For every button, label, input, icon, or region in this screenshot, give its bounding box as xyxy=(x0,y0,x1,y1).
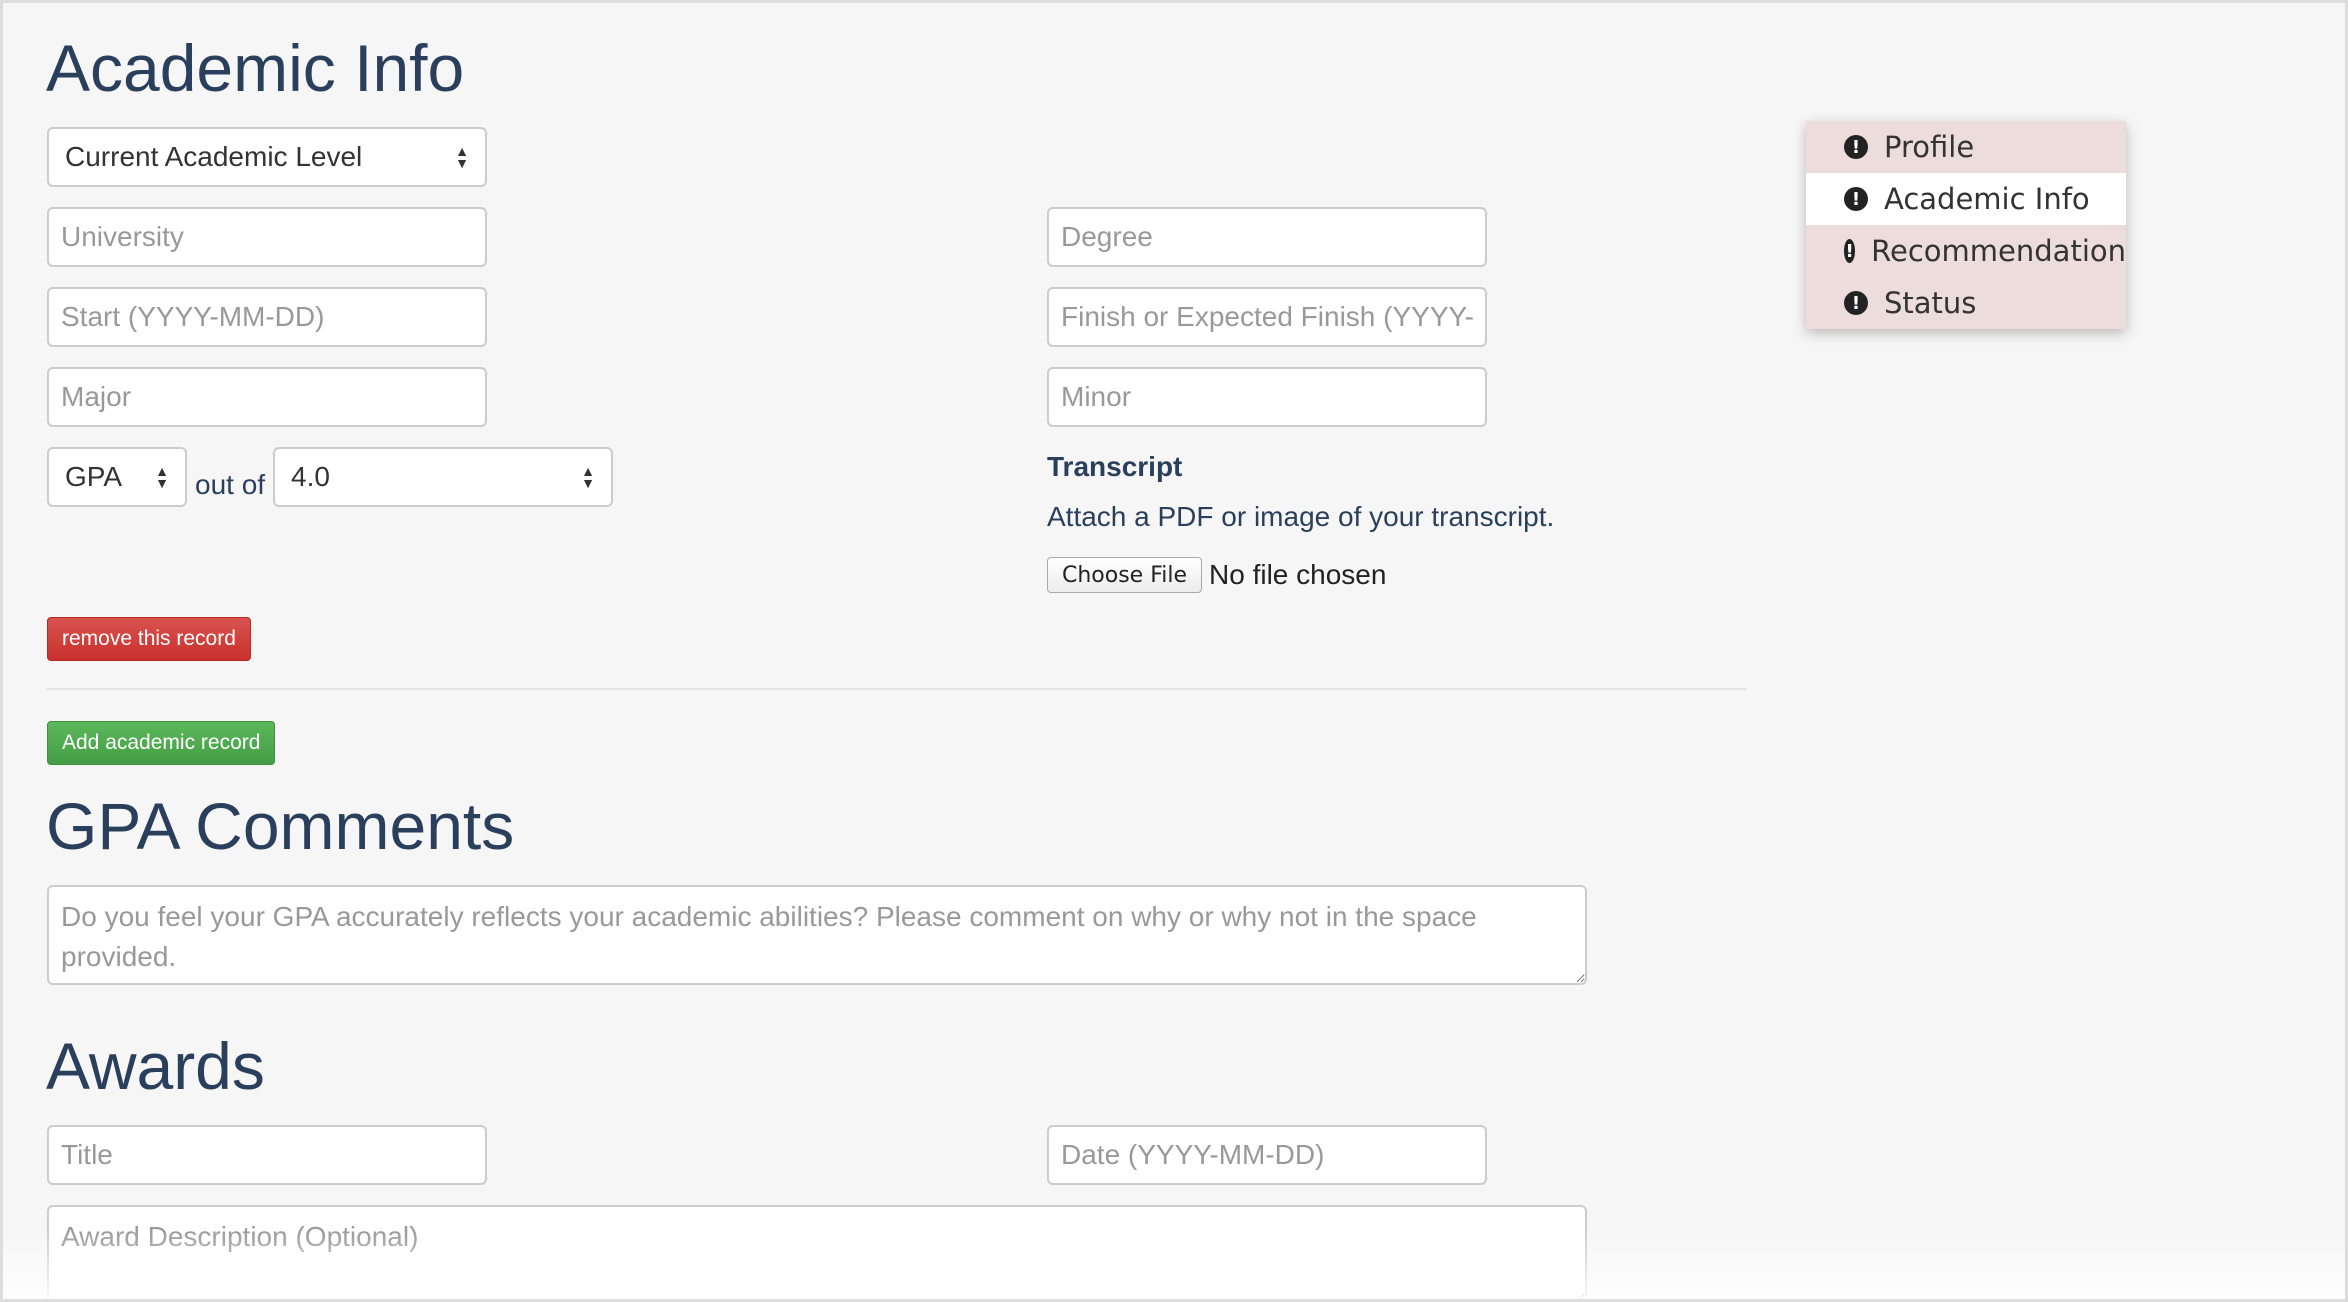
nav-item-label: Recommendation xyxy=(1871,234,2126,268)
academic-info-heading: Academic Info xyxy=(46,31,465,105)
application-page: Academic Info Current Academic Level ▲ ▼ … xyxy=(0,0,2348,1302)
gpa-comments-textarea[interactable] xyxy=(47,885,1587,985)
major-input[interactable] xyxy=(47,367,487,427)
select-arrows-icon: ▲ ▼ xyxy=(581,463,595,491)
nav-item-status[interactable]: ! Status xyxy=(1806,277,2126,329)
transcript-label: Transcript xyxy=(1047,451,1183,482)
select-arrows-icon: ▲ ▼ xyxy=(155,463,169,491)
transcript-help-text: Attach a PDF or image of your transcript… xyxy=(1047,501,1555,532)
add-academic-record-button[interactable]: Add academic record xyxy=(47,721,276,765)
award-description-textarea[interactable] xyxy=(47,1205,1587,1299)
no-file-chosen-text: No file chosen xyxy=(1209,559,1387,590)
nav-item-label: Status xyxy=(1884,286,1977,320)
academic-level-value: Current Academic Level xyxy=(65,141,363,172)
awards-heading: Awards xyxy=(46,1029,265,1103)
nav-item-label: Academic Info xyxy=(1884,182,2090,216)
minor-input[interactable] xyxy=(1047,367,1487,427)
award-title-input[interactable] xyxy=(47,1125,487,1185)
gpa-comments-heading: GPA Comments xyxy=(46,789,515,863)
university-input[interactable] xyxy=(47,207,487,267)
out-of-label: out of xyxy=(195,469,266,500)
nav-item-recommendation[interactable]: ! Recommendation xyxy=(1806,225,2126,277)
nav-item-profile[interactable]: ! Profile xyxy=(1806,121,2126,173)
section-divider xyxy=(47,688,1747,690)
nav-item-academic-info[interactable]: ! Academic Info xyxy=(1806,173,2126,225)
section-nav: ! Profile ! Academic Info ! Recommendati… xyxy=(1806,121,2126,329)
exclamation-circle-icon: ! xyxy=(1844,135,1868,159)
select-arrows-icon: ▲ ▼ xyxy=(455,143,469,171)
academic-level-select[interactable]: Current Academic Level ▲ ▼ xyxy=(47,127,487,187)
remove-record-button[interactable]: remove this record xyxy=(47,617,251,661)
award-date-input[interactable] xyxy=(1047,1125,1487,1185)
nav-item-label: Profile xyxy=(1884,130,1975,164)
finish-date-input[interactable] xyxy=(1047,287,1487,347)
gpa-scale-value: 4.0 xyxy=(291,461,330,492)
start-date-input[interactable] xyxy=(47,287,487,347)
exclamation-circle-icon: ! xyxy=(1844,239,1856,263)
gpa-value: GPA xyxy=(65,461,123,492)
gpa-scale-select[interactable]: 4.0 ▲ ▼ xyxy=(273,447,613,507)
degree-input[interactable] xyxy=(1047,207,1487,267)
exclamation-circle-icon: ! xyxy=(1844,291,1868,315)
choose-file-button[interactable]: Choose File xyxy=(1047,557,1203,593)
exclamation-circle-icon: ! xyxy=(1844,187,1868,211)
gpa-select[interactable]: GPA ▲ ▼ xyxy=(47,447,187,507)
